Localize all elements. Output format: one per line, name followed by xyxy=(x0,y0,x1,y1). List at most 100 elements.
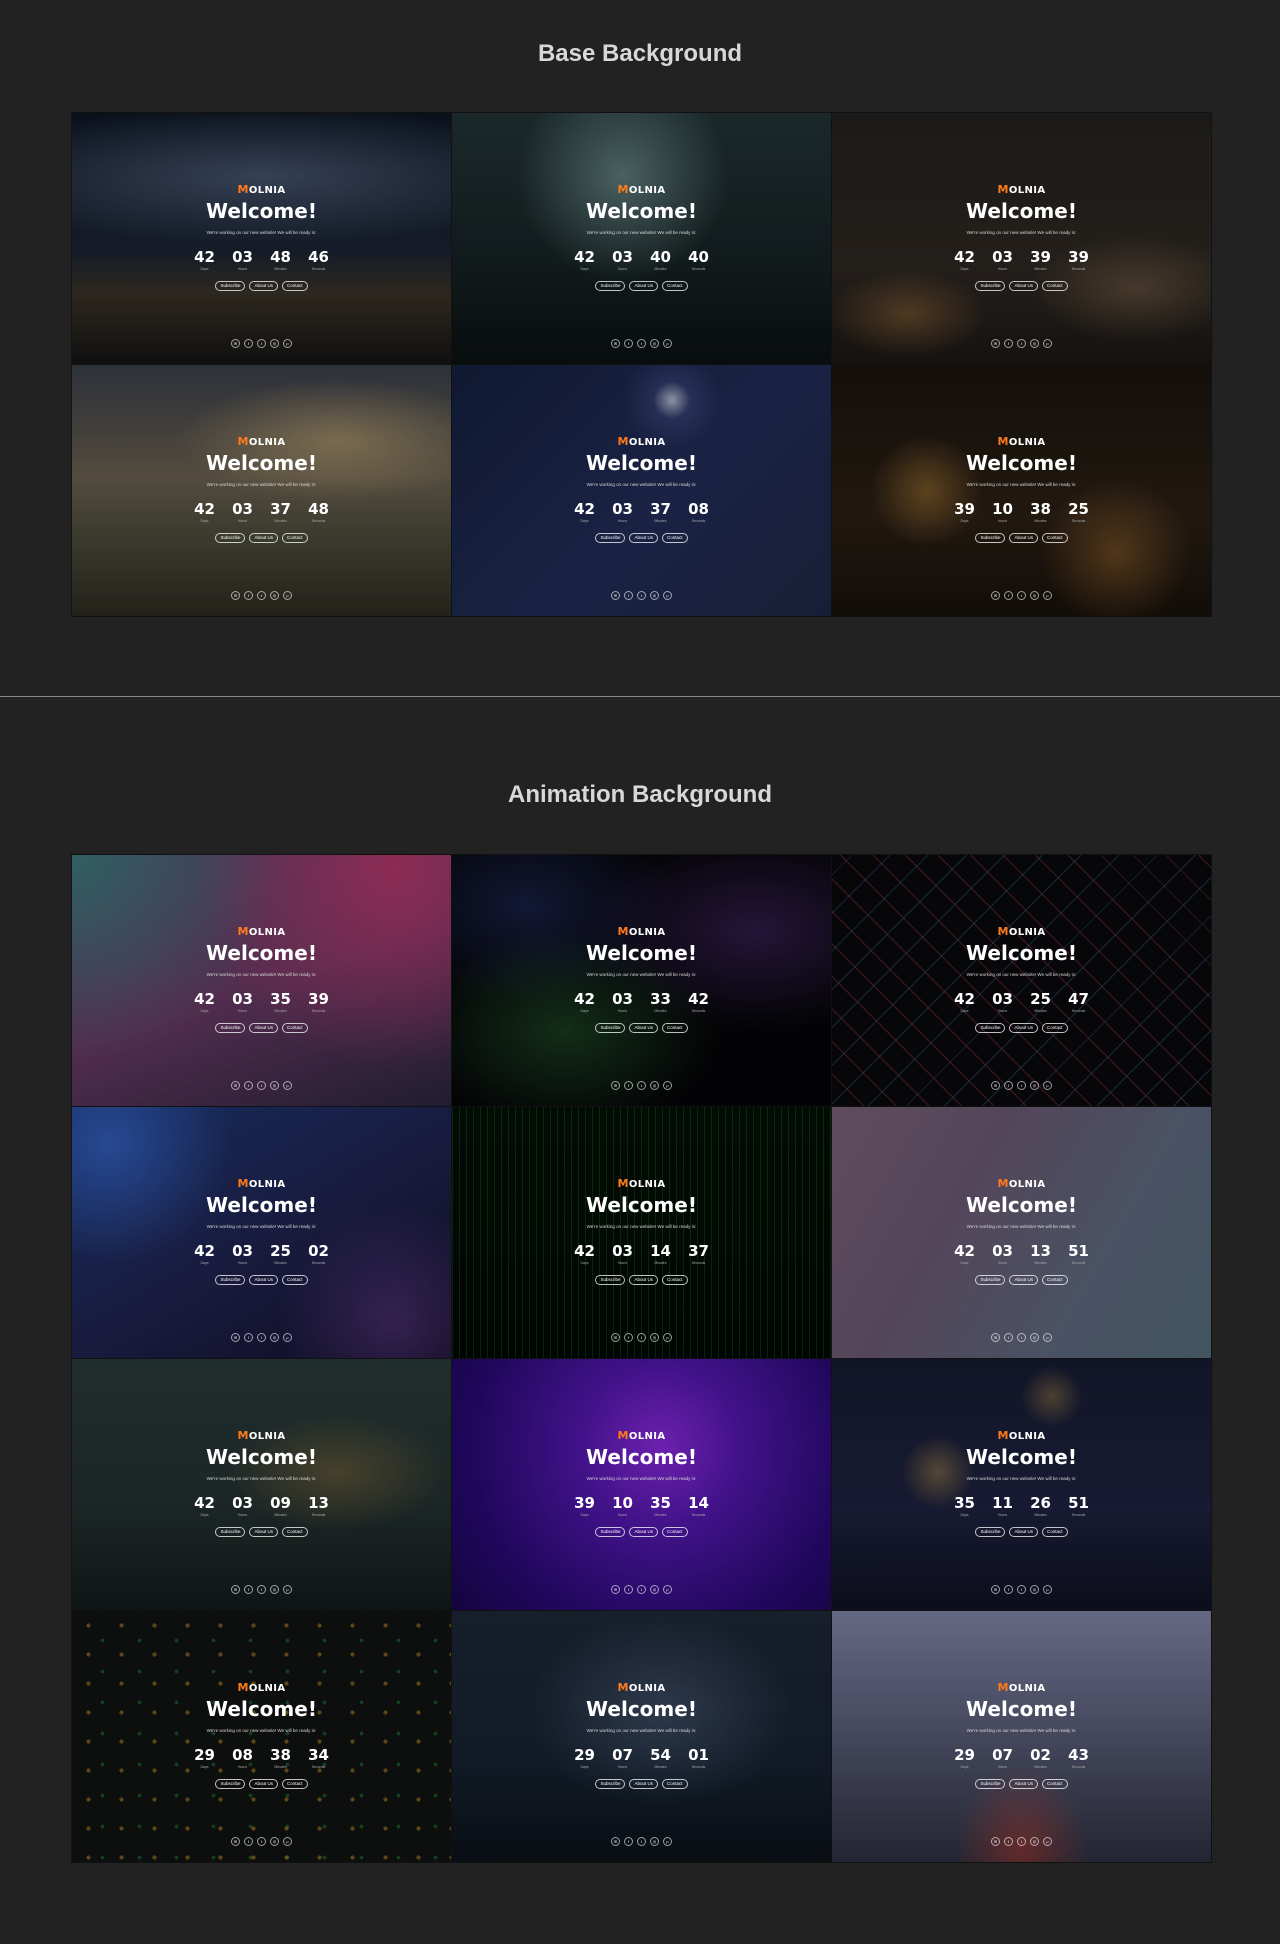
subscribe-button[interactable]: Subscribe xyxy=(595,281,626,291)
contact-button[interactable]: Contact xyxy=(662,281,688,291)
preview-card[interactable]: MOLNIA Welcome! We're working on our new w… xyxy=(72,1611,451,1862)
facebook-icon[interactable]: f xyxy=(1004,1585,1013,1594)
instagram-icon[interactable]: ◎ xyxy=(270,339,279,348)
pinterest-icon[interactable]: p xyxy=(1043,1837,1052,1846)
instagram-icon[interactable]: ◎ xyxy=(650,1585,659,1594)
contact-button[interactable]: Contact xyxy=(282,1779,308,1789)
facebook-icon[interactable]: f xyxy=(244,591,253,600)
twitter-icon[interactable]: t xyxy=(257,1837,266,1846)
instagram-icon[interactable]: ◎ xyxy=(270,1081,279,1090)
mail-icon[interactable]: ✉ xyxy=(991,591,1000,600)
contact-button[interactable]: Contact xyxy=(282,533,308,543)
instagram-icon[interactable]: ◎ xyxy=(1030,1837,1039,1846)
mail-icon[interactable]: ✉ xyxy=(611,1585,620,1594)
pinterest-icon[interactable]: p xyxy=(283,1333,292,1342)
preview-card[interactable]: MOLNIA Welcome! We're working on our new w… xyxy=(72,113,451,364)
mail-icon[interactable]: ✉ xyxy=(231,1081,240,1090)
twitter-icon[interactable]: t xyxy=(1017,591,1026,600)
instagram-icon[interactable]: ◎ xyxy=(1030,1585,1039,1594)
contact-button[interactable]: Contact xyxy=(662,1275,688,1285)
subscribe-button[interactable]: Subscribe xyxy=(595,1023,626,1033)
subscribe-button[interactable]: Subscribe xyxy=(595,1275,626,1285)
facebook-icon[interactable]: f xyxy=(244,1585,253,1594)
pinterest-icon[interactable]: p xyxy=(1043,339,1052,348)
mail-icon[interactable]: ✉ xyxy=(611,1081,620,1090)
twitter-icon[interactable]: t xyxy=(637,1081,646,1090)
contact-button[interactable]: Contact xyxy=(1042,1527,1068,1537)
subscribe-button[interactable]: Subscribe xyxy=(215,1779,246,1789)
twitter-icon[interactable]: t xyxy=(257,1081,266,1090)
about-us-button[interactable]: About Us xyxy=(249,281,278,291)
about-us-button[interactable]: About Us xyxy=(249,533,278,543)
mail-icon[interactable]: ✉ xyxy=(611,1333,620,1342)
facebook-icon[interactable]: f xyxy=(624,1585,633,1594)
instagram-icon[interactable]: ◎ xyxy=(650,1081,659,1090)
facebook-icon[interactable]: f xyxy=(244,1837,253,1846)
twitter-icon[interactable]: t xyxy=(1017,1333,1026,1342)
contact-button[interactable]: Contact xyxy=(662,1023,688,1033)
subscribe-button[interactable]: Subscribe xyxy=(975,1023,1006,1033)
about-us-button[interactable]: About Us xyxy=(249,1023,278,1033)
contact-button[interactable]: Contact xyxy=(1042,1275,1068,1285)
about-us-button[interactable]: About Us xyxy=(629,533,658,543)
twitter-icon[interactable]: t xyxy=(257,1585,266,1594)
instagram-icon[interactable]: ◎ xyxy=(270,1585,279,1594)
twitter-icon[interactable]: t xyxy=(637,339,646,348)
about-us-button[interactable]: About Us xyxy=(249,1275,278,1285)
facebook-icon[interactable]: f xyxy=(624,1081,633,1090)
facebook-icon[interactable]: f xyxy=(244,1081,253,1090)
preview-card[interactable]: MOLNIA Welcome! We're working on our new w… xyxy=(72,1107,451,1358)
facebook-icon[interactable]: f xyxy=(1004,1333,1013,1342)
pinterest-icon[interactable]: p xyxy=(663,591,672,600)
preview-card[interactable]: MOLNIA Welcome! We're working on our new w… xyxy=(452,365,831,616)
facebook-icon[interactable]: f xyxy=(1004,591,1013,600)
instagram-icon[interactable]: ◎ xyxy=(270,1333,279,1342)
pinterest-icon[interactable]: p xyxy=(663,1081,672,1090)
subscribe-button[interactable]: Subscribe xyxy=(975,533,1006,543)
pinterest-icon[interactable]: p xyxy=(663,339,672,348)
preview-card[interactable]: MOLNIA Welcome! We're working on our new w… xyxy=(832,1611,1211,1862)
instagram-icon[interactable]: ◎ xyxy=(650,1333,659,1342)
twitter-icon[interactable]: t xyxy=(257,1333,266,1342)
mail-icon[interactable]: ✉ xyxy=(231,1585,240,1594)
facebook-icon[interactable]: f xyxy=(624,591,633,600)
twitter-icon[interactable]: t xyxy=(257,591,266,600)
instagram-icon[interactable]: ◎ xyxy=(1030,339,1039,348)
mail-icon[interactable]: ✉ xyxy=(991,339,1000,348)
twitter-icon[interactable]: t xyxy=(1017,1837,1026,1846)
twitter-icon[interactable]: t xyxy=(637,591,646,600)
facebook-icon[interactable]: f xyxy=(1004,1837,1013,1846)
contact-button[interactable]: Contact xyxy=(1042,281,1068,291)
pinterest-icon[interactable]: p xyxy=(283,1837,292,1846)
contact-button[interactable]: Contact xyxy=(1042,1023,1068,1033)
facebook-icon[interactable]: f xyxy=(624,1837,633,1846)
preview-card[interactable]: MOLNIA Welcome! We're working on our new w… xyxy=(72,365,451,616)
about-us-button[interactable]: About Us xyxy=(629,1275,658,1285)
mail-icon[interactable]: ✉ xyxy=(991,1585,1000,1594)
twitter-icon[interactable]: t xyxy=(637,1837,646,1846)
preview-card[interactable]: MOLNIA Welcome! We're working on our new w… xyxy=(452,1107,831,1358)
instagram-icon[interactable]: ◎ xyxy=(270,591,279,600)
about-us-button[interactable]: About Us xyxy=(1009,281,1038,291)
subscribe-button[interactable]: Subscribe xyxy=(215,1023,246,1033)
instagram-icon[interactable]: ◎ xyxy=(650,339,659,348)
about-us-button[interactable]: About Us xyxy=(1009,1779,1038,1789)
facebook-icon[interactable]: f xyxy=(624,339,633,348)
about-us-button[interactable]: About Us xyxy=(249,1779,278,1789)
preview-card[interactable]: MOLNIA Welcome! We're working on our new w… xyxy=(832,365,1211,616)
subscribe-button[interactable]: Subscribe xyxy=(975,1779,1006,1789)
preview-card[interactable]: MOLNIA Welcome! We're working on our new w… xyxy=(832,1107,1211,1358)
preview-card[interactable]: MOLNIA Welcome! We're working on our new w… xyxy=(832,1359,1211,1610)
pinterest-icon[interactable]: p xyxy=(1043,1333,1052,1342)
subscribe-button[interactable]: Subscribe xyxy=(215,1527,246,1537)
instagram-icon[interactable]: ◎ xyxy=(270,1837,279,1846)
preview-card[interactable]: MOLNIA Welcome! We're working on our new w… xyxy=(452,855,831,1106)
mail-icon[interactable]: ✉ xyxy=(231,1837,240,1846)
twitter-icon[interactable]: t xyxy=(637,1333,646,1342)
about-us-button[interactable]: About Us xyxy=(249,1527,278,1537)
instagram-icon[interactable]: ◎ xyxy=(650,591,659,600)
preview-card[interactable]: MOLNIA Welcome! We're working on our new w… xyxy=(452,113,831,364)
facebook-icon[interactable]: f xyxy=(1004,339,1013,348)
twitter-icon[interactable]: t xyxy=(637,1585,646,1594)
instagram-icon[interactable]: ◎ xyxy=(1030,1081,1039,1090)
